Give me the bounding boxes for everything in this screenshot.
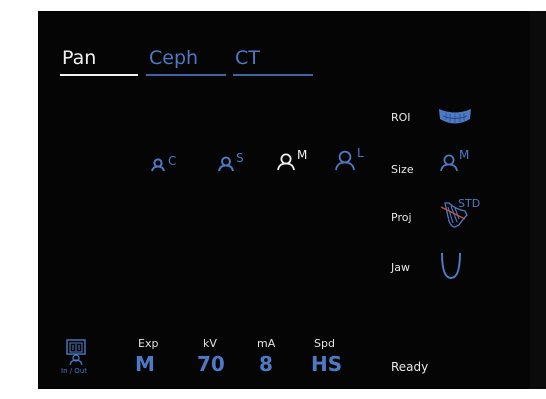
- tab-pan-underline: [60, 74, 138, 76]
- kv-label: kV: [203, 337, 217, 350]
- tab-ceph[interactable]: Ceph: [149, 47, 198, 69]
- roi-button[interactable]: [437, 107, 473, 131]
- ma-value[interactable]: 8: [259, 353, 273, 375]
- spd-label: Spd: [314, 337, 335, 350]
- size-medium-label: M: [297, 148, 308, 162]
- size-large-label: L: [357, 146, 364, 160]
- in-out-icon: [66, 339, 86, 366]
- jaw-curve-icon: [441, 252, 461, 280]
- size-child-label: C: [168, 154, 177, 168]
- tab-ceph-underline: [146, 74, 226, 76]
- exp-value[interactable]: M: [135, 353, 155, 375]
- proj-label: Proj: [391, 211, 412, 224]
- size-setting-value: M: [459, 148, 470, 162]
- control-screen: Pan Ceph CT C S M L ROI Size M Proj STD …: [38, 11, 546, 389]
- tab-ct[interactable]: CT: [235, 47, 260, 69]
- device-frame: Pan Ceph CT C S M L ROI Size M Proj STD …: [0, 0, 546, 399]
- size-option-large[interactable]: [334, 150, 356, 171]
- tab-ct-underline: [233, 74, 313, 76]
- patient-large-icon: [335, 150, 355, 171]
- size-small-label: S: [236, 151, 244, 165]
- patient-child-icon: [151, 158, 165, 172]
- patient-small-icon: [218, 156, 234, 172]
- size-option-child[interactable]: [150, 158, 166, 172]
- status-text: Ready: [391, 360, 429, 374]
- proj-value: STD: [458, 197, 481, 210]
- exp-label: Exp: [138, 337, 159, 350]
- patient-medium-setting-icon: [440, 154, 458, 172]
- jaw-button[interactable]: [440, 251, 462, 285]
- tab-pan[interactable]: Pan: [62, 47, 96, 69]
- in-out-label: In / Out: [61, 367, 88, 375]
- patient-medium-icon: [277, 153, 295, 171]
- in-out-button[interactable]: [66, 339, 86, 369]
- roi-label: ROI: [391, 111, 411, 124]
- ma-label: mA: [257, 337, 276, 350]
- size-option-medium[interactable]: [276, 153, 296, 171]
- screen-side-strip: [530, 11, 546, 389]
- jaw-label: Jaw: [391, 261, 410, 274]
- arch-roi-icon: [439, 109, 471, 124]
- spd-value[interactable]: HS: [311, 353, 342, 375]
- size-option-small[interactable]: [217, 156, 235, 172]
- size-setting-button[interactable]: [439, 154, 459, 176]
- kv-value[interactable]: 70: [197, 353, 225, 375]
- size-setting-label: Size: [391, 163, 414, 176]
